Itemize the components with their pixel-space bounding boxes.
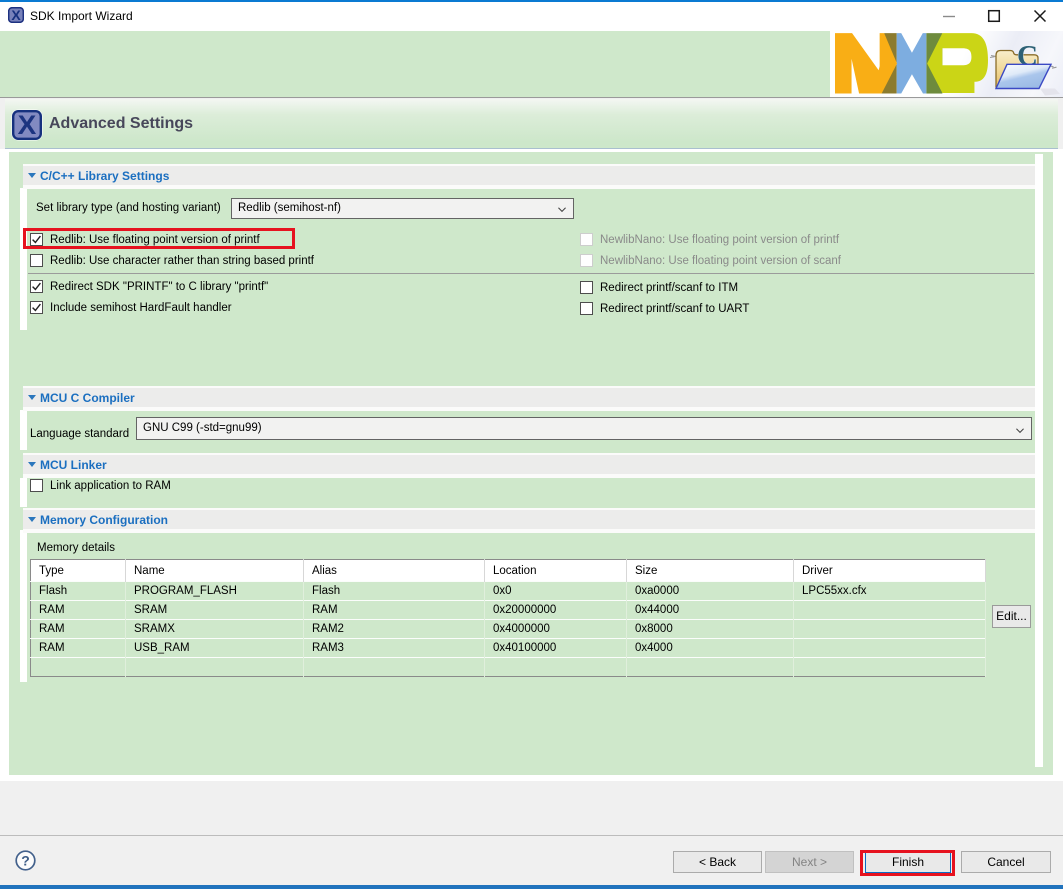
svg-text:?: ?	[21, 852, 30, 868]
svg-text:X: X	[11, 7, 21, 23]
svg-text:X: X	[18, 110, 37, 140]
